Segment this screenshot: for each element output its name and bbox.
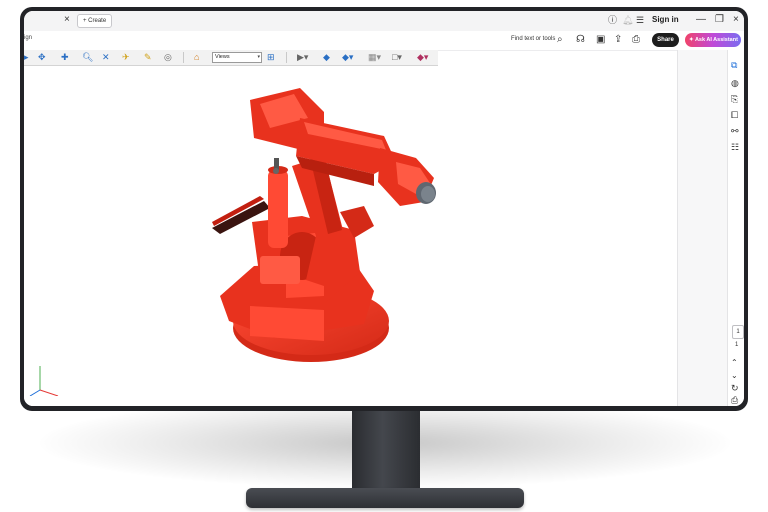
robot-arm-model[interactable]	[24, 66, 677, 406]
find-text-tools-field[interactable]: Find text or tools	[511, 36, 555, 42]
app-toolbar: ign Find text or tools ⌕ ☊ ▣ ⇪ ⎙ Share ✦…	[24, 31, 744, 51]
right-tool-rail: ⧉ ◍ ⎘ ⧠ ⚯ ☷	[727, 50, 744, 406]
play-animation-icon[interactable]: ▶▾	[297, 52, 308, 63]
ask-ai-assistant-button[interactable]: ✦ Ask AI Assistant	[685, 33, 741, 47]
turret-block	[260, 256, 300, 284]
refresh-icon[interactable]: ↻	[731, 383, 739, 394]
separator	[183, 52, 184, 63]
model-tree-icon[interactable]: ⊞	[267, 52, 275, 63]
chevron-down-icon[interactable]: ⌄	[731, 370, 738, 381]
link-icon[interactable]: ⚯	[731, 126, 739, 137]
headphones-icon[interactable]: ☊	[576, 34, 585, 46]
views-dropdown-label: Views	[215, 54, 230, 60]
save-file-icon[interactable]: ⎙	[731, 395, 738, 406]
separator	[286, 52, 287, 63]
right-side-panel	[677, 50, 728, 406]
apps-grid-icon[interactable]: ☰	[636, 15, 644, 26]
save-icon[interactable]: ▣	[596, 34, 605, 46]
base-front-plate	[250, 306, 324, 341]
hydraulic-cylinder	[268, 170, 288, 248]
background-icon[interactable]: ▦▾	[368, 52, 381, 63]
browser-tab-bar: × + Create ⓘ 🔔︎ ☰ Sign in — ❐ ×	[24, 11, 744, 32]
chevron-down-icon: ▾	[257, 54, 260, 60]
info-icon[interactable]: ⓘ	[608, 15, 617, 26]
minimize-button[interactable]: —	[696, 14, 706, 25]
tab-close-button[interactable]: ×	[64, 14, 70, 25]
rotate-icon[interactable]: ▸	[24, 52, 29, 63]
share-button[interactable]: Share	[652, 33, 679, 47]
walk-icon[interactable]: 🔍︎	[82, 52, 93, 63]
home-icon[interactable]: ⌂	[194, 52, 199, 63]
edit-pdf-icon[interactable]: ⧉	[731, 60, 737, 71]
ask-ai-assistant-label: Ask AI Assistant	[694, 37, 738, 43]
camera-icon[interactable]: ◎	[164, 52, 172, 63]
chevron-up-icon[interactable]: ⌃	[731, 357, 738, 368]
restore-button[interactable]: ❐	[715, 14, 724, 25]
monitor-base	[246, 488, 524, 508]
comment-icon[interactable]: ✎	[144, 52, 152, 63]
lighting-icon[interactable]: ◆▾	[342, 52, 353, 63]
new-tab-button[interactable]: + Create	[77, 14, 113, 28]
views-dropdown[interactable]: Views ▾	[212, 52, 262, 63]
zoom-icon[interactable]: ✚	[61, 52, 69, 63]
search-icon[interactable]: ⌕	[557, 34, 563, 46]
render-mode-icon[interactable]: ◆	[323, 52, 330, 63]
comment-icon[interactable]: ◍	[731, 78, 739, 89]
screen: × + Create ⓘ 🔔︎ ☰ Sign in — ❐ × ign Find…	[24, 11, 744, 406]
close-window-button[interactable]: ×	[733, 14, 739, 25]
3d-viewport[interactable]	[24, 66, 677, 406]
monitor-frame: × + Create ⓘ 🔔︎ ☰ Sign in — ❐ × ign Find…	[20, 7, 748, 411]
page-number-input[interactable]: 1	[732, 325, 744, 339]
pivot-bolt	[273, 168, 279, 174]
page-total: 1	[735, 342, 739, 348]
print-icon[interactable]: ⎙	[632, 34, 640, 46]
document-title-fragment: ign	[24, 35, 33, 41]
3d-toolbar: ▸ ✥ ✚ 🔍︎ ✕ ✈ ✎ ◎ ⌂ Views ▾ ⊞ ▶▾ ◆ ◆▾ ▦▾ …	[24, 50, 438, 66]
pan-icon[interactable]: ✥	[38, 52, 46, 63]
upload-icon[interactable]: ⇪	[614, 34, 622, 46]
cross-section-icon[interactable]: □▾	[392, 52, 402, 63]
fly-icon[interactable]: ✕	[102, 52, 110, 63]
export-icon[interactable]: ⎘	[731, 94, 738, 105]
axis-triad	[29, 366, 59, 396]
extra-tools-icon[interactable]: ◆▾	[417, 52, 428, 63]
z-axis-line	[29, 389, 41, 396]
organize-pages-icon[interactable]: ⧠	[731, 110, 738, 121]
compare-icon[interactable]: ☷	[731, 142, 739, 153]
sign-in-link[interactable]: Sign in	[652, 15, 679, 24]
measure-icon[interactable]: ✈	[122, 52, 130, 63]
x-axis-line	[39, 389, 59, 396]
end-effector-face	[421, 186, 435, 202]
bell-icon[interactable]: 🔔︎	[622, 15, 633, 26]
